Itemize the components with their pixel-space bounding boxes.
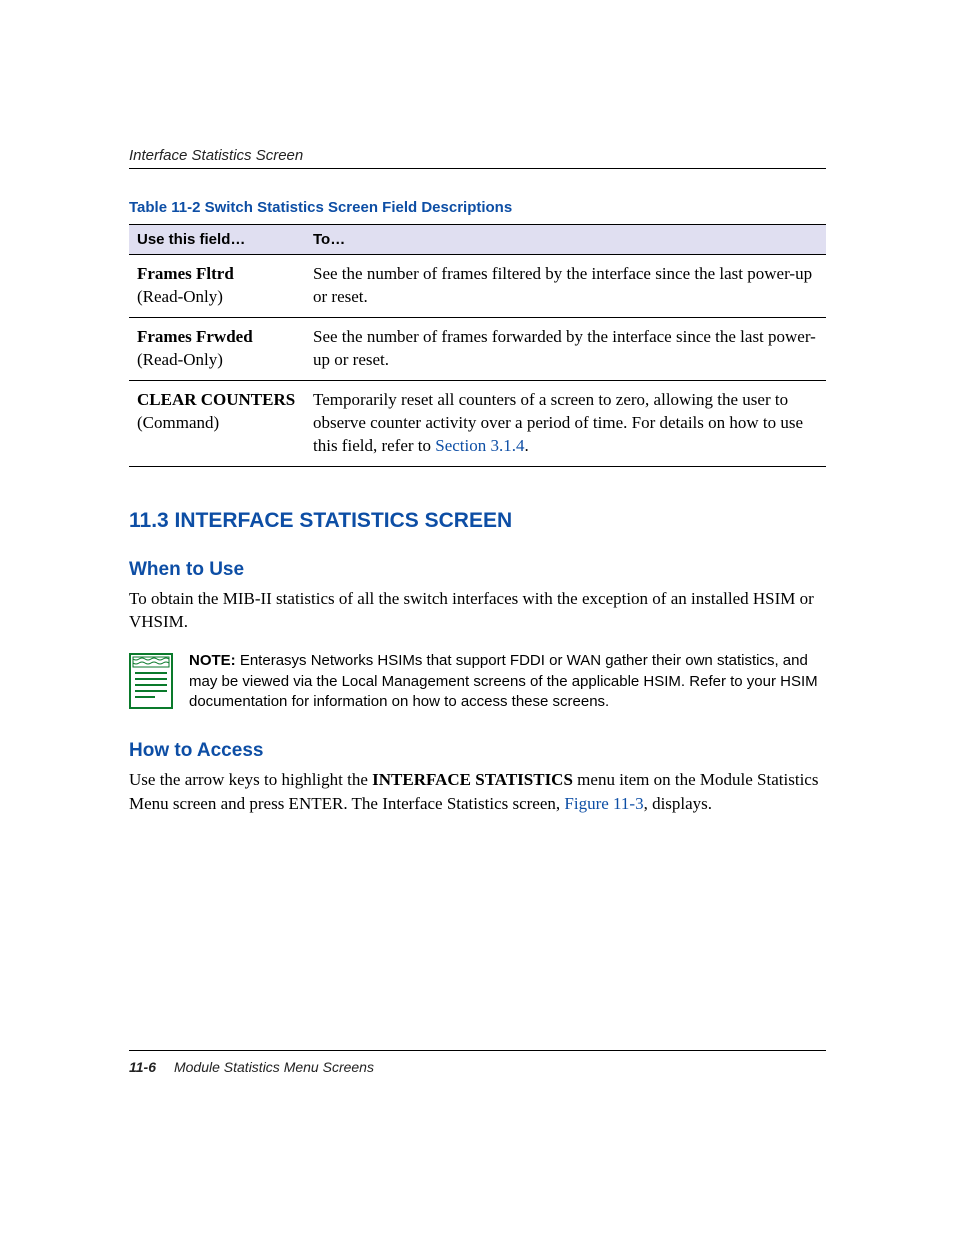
table-header-to: To… [305, 225, 826, 255]
howto-strong: INTERFACE STATISTICS [372, 770, 573, 789]
how-to-access-heading: How to Access [129, 740, 826, 762]
running-head: Interface Statistics Screen [129, 147, 826, 164]
field-descriptions-table: Use this field… To… Frames Fltrd (Read-O… [129, 224, 826, 467]
field-description: See the number of frames forwarded by th… [305, 317, 826, 380]
table-row: CLEAR COUNTERS (Command) Temporarily res… [129, 380, 826, 466]
field-name: Frames Fltrd [137, 264, 234, 283]
figure-link[interactable]: Figure 11-3 [564, 794, 643, 813]
field-type: (Command) [137, 412, 297, 435]
how-to-access-body: Use the arrow keys to highlight the INTE… [129, 768, 826, 815]
field-description: See the number of frames filtered by the… [305, 255, 826, 318]
field-type: (Read-Only) [137, 349, 297, 372]
field-cell: Frames Frwded (Read-Only) [129, 317, 305, 380]
when-to-use-heading: When to Use [129, 559, 826, 581]
field-type: (Read-Only) [137, 286, 297, 309]
table-header-field: Use this field… [129, 225, 305, 255]
note-block: NOTE: Enterasys Networks HSIMs that supp… [129, 651, 826, 714]
note-icon [129, 653, 173, 714]
top-rule [129, 168, 826, 169]
page-content: Interface Statistics Screen Table 11-2 S… [129, 147, 826, 829]
table-row: Frames Fltrd (Read-Only) See the number … [129, 255, 826, 318]
section-link[interactable]: Section 3.1.4 [435, 436, 524, 455]
field-name: Frames Frwded [137, 327, 253, 346]
when-to-use-body: To obtain the MIB-II statistics of all t… [129, 587, 826, 634]
note-text: NOTE: Enterasys Networks HSIMs that supp… [189, 651, 826, 712]
field-name: CLEAR COUNTERS [137, 390, 295, 409]
table-caption: Table 11-2 Switch Statistics Screen Fiel… [129, 199, 826, 216]
howto-suffix: , displays. [644, 794, 712, 813]
howto-prefix: Use the arrow keys to highlight the [129, 770, 372, 789]
page-number: 11-6 [129, 1059, 156, 1075]
desc-suffix: . [525, 436, 529, 455]
note-body: Enterasys Networks HSIMs that support FD… [189, 652, 818, 710]
section-heading: 11.3 INTERFACE STATISTICS SCREEN [129, 509, 826, 533]
table-row: Frames Frwded (Read-Only) See the number… [129, 317, 826, 380]
footer-rule [129, 1050, 826, 1051]
field-cell: CLEAR COUNTERS (Command) [129, 380, 305, 466]
field-cell: Frames Fltrd (Read-Only) [129, 255, 305, 318]
field-description: Temporarily reset all counters of a scre… [305, 380, 826, 466]
table-header-row: Use this field… To… [129, 225, 826, 255]
footer: 11-6 Module Statistics Menu Screens [129, 1050, 826, 1075]
footer-line: 11-6 Module Statistics Menu Screens [129, 1059, 826, 1075]
footer-title: Module Statistics Menu Screens [174, 1059, 374, 1075]
desc-prefix: Temporarily reset all counters of a scre… [313, 390, 803, 455]
note-label: NOTE: [189, 652, 236, 669]
